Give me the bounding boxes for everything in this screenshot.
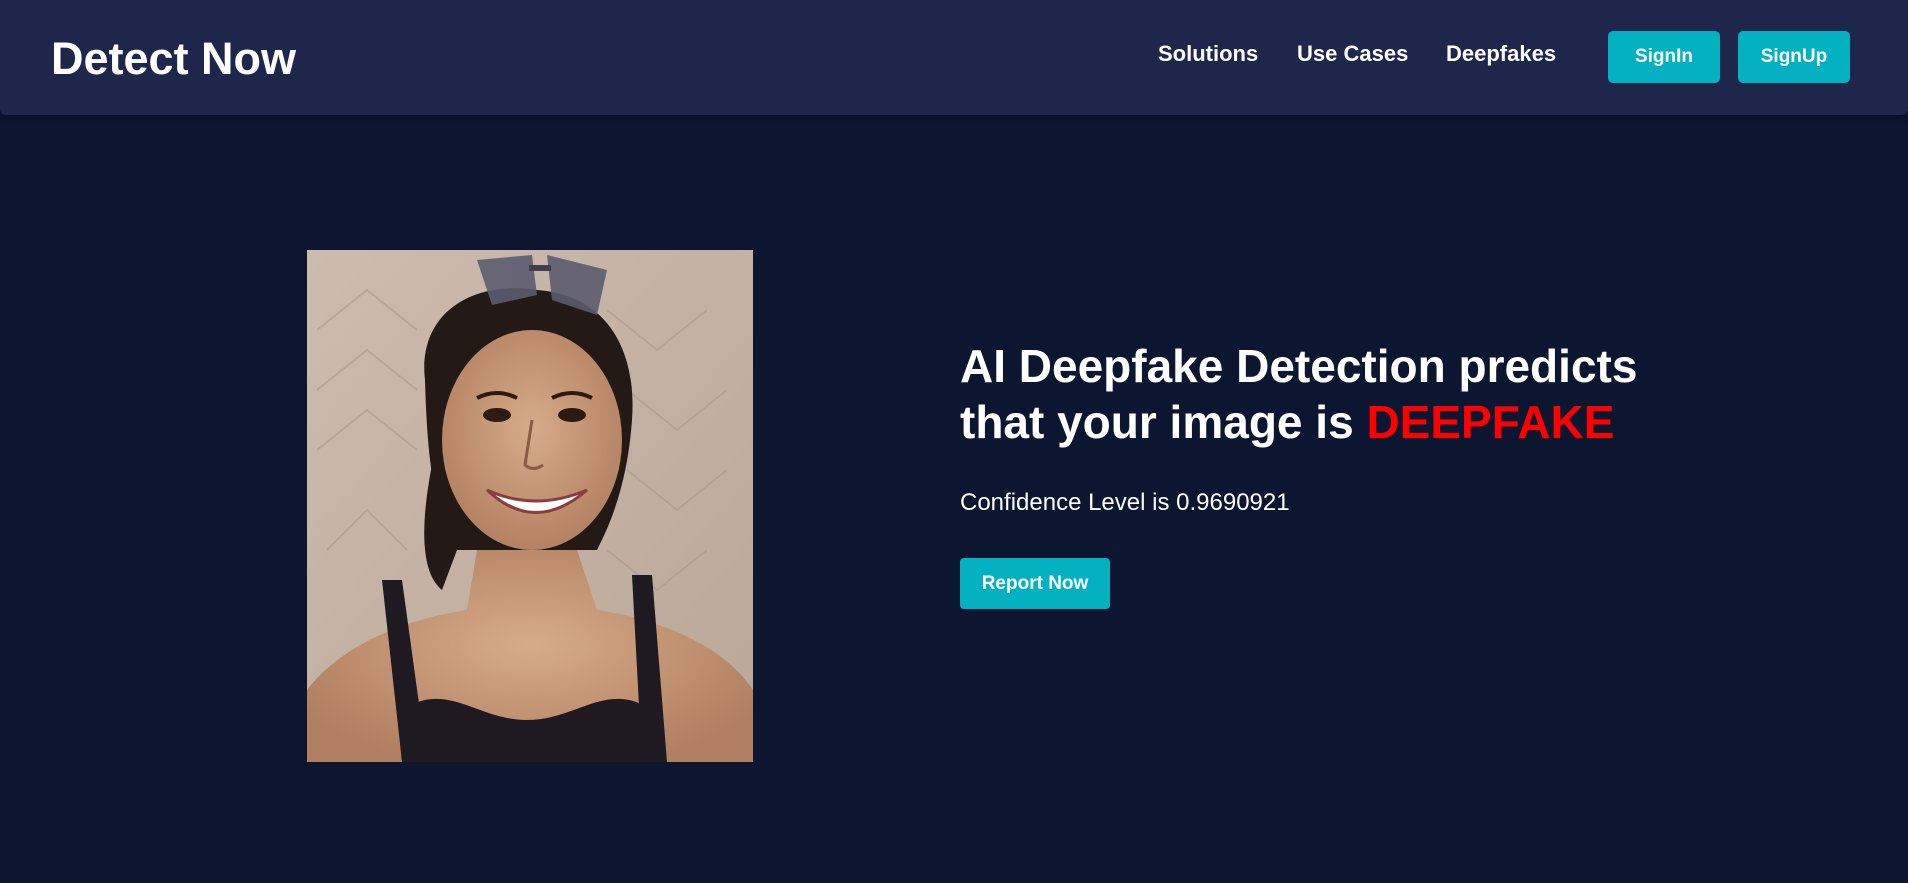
uploaded-image-preview — [307, 250, 753, 762]
detection-verdict: DEEPFAKE — [1366, 396, 1615, 448]
confidence-level-text: Confidence Level is 0.9690921 — [960, 489, 1290, 516]
report-now-button[interactable]: Report Now — [960, 558, 1110, 609]
nav-link-use-cases[interactable]: Use Cases — [1297, 43, 1408, 65]
top-navbar: Detect Now Solutions Use Cases Deepfakes… — [0, 0, 1908, 115]
detection-result-heading: AI Deepfake Detection predicts that your… — [960, 338, 1720, 450]
brand-logo-text[interactable]: Detect Now — [51, 36, 296, 81]
nav-link-deepfakes[interactable]: Deepfakes — [1446, 43, 1556, 65]
signin-button[interactable]: SignIn — [1608, 31, 1720, 83]
signup-button[interactable]: SignUp — [1738, 31, 1850, 83]
uploaded-photo-illustration — [307, 250, 753, 762]
nav-link-solutions[interactable]: Solutions — [1158, 43, 1258, 65]
